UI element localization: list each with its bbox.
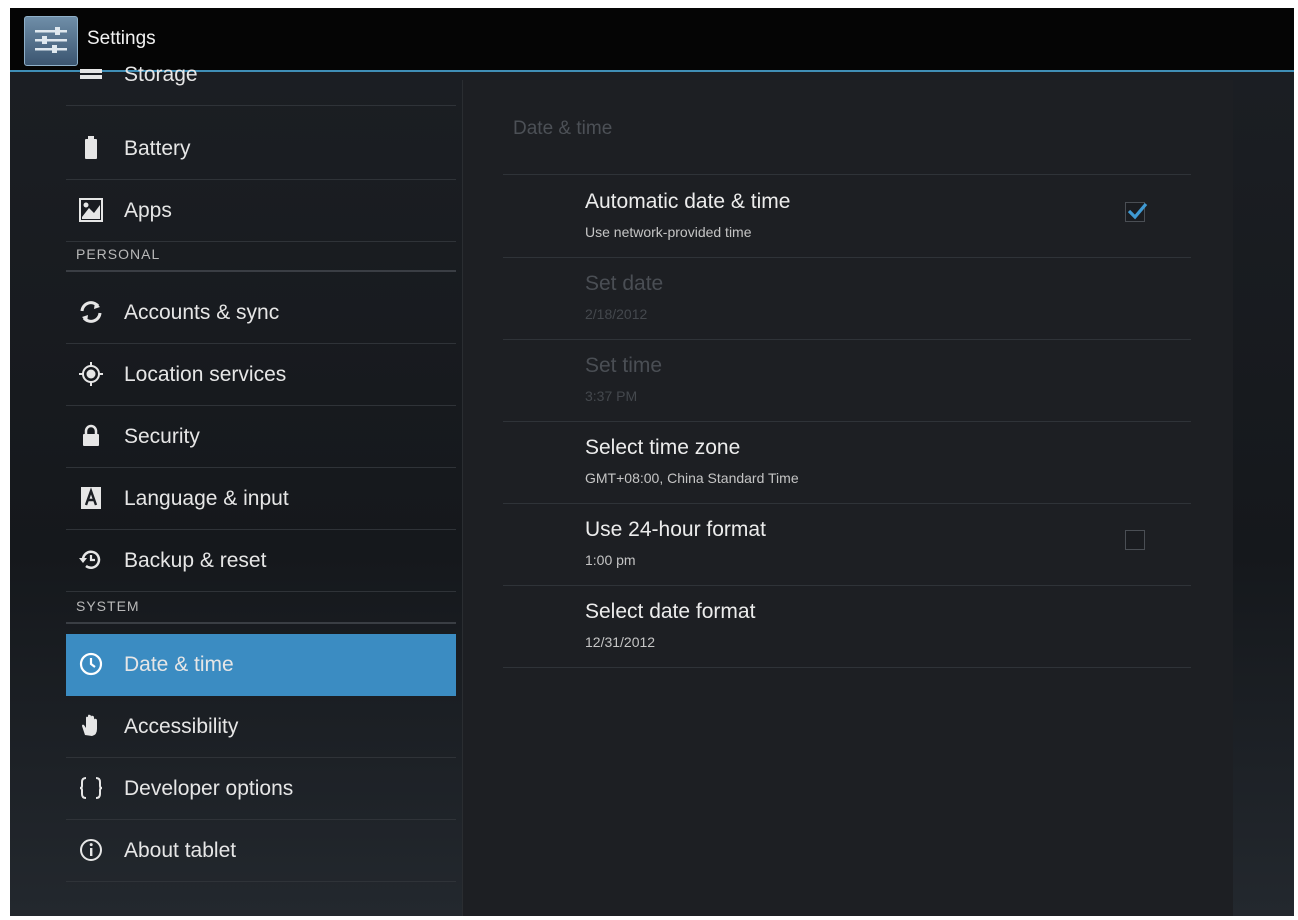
sidebar-item-label: Storage: [124, 63, 198, 86]
sidebar-item-accessibility[interactable]: Accessibility: [66, 696, 456, 758]
backup-icon: [78, 547, 104, 573]
tablet-screen: Settings Storage Battery Apps PERSONAL A…: [10, 8, 1294, 916]
detail-title: Date & time: [513, 118, 613, 139]
sidebar-item-label: Language & input: [124, 487, 289, 510]
section-header-system: SYSTEM: [76, 598, 140, 614]
pref-title: Use 24-hour format: [585, 518, 766, 541]
sidebar-item-label: About tablet: [124, 839, 237, 862]
pref-set-date: Set date 2/18/2012: [503, 258, 1191, 340]
sidebar-item-label: Battery: [124, 137, 191, 160]
sidebar-item-storage[interactable]: Storage: [66, 44, 456, 106]
pref-title: Set time: [585, 354, 663, 377]
sidebar-item-label: Backup & reset: [124, 549, 267, 572]
sidebar-item-label: Developer options: [124, 777, 294, 800]
clock-icon: [78, 651, 104, 677]
sidebar-item-backup-reset[interactable]: Backup & reset: [66, 530, 456, 592]
location-icon: [78, 361, 104, 387]
braces-icon: [78, 775, 104, 801]
section-divider: [66, 270, 456, 272]
hand-icon: [78, 713, 104, 739]
use-24-hour-format-checkbox[interactable]: [1125, 530, 1145, 550]
section-divider: [66, 622, 456, 624]
lock-icon: [78, 423, 104, 449]
sidebar-item-label: Accounts & sync: [124, 301, 280, 324]
pref-title: Automatic date & time: [585, 190, 791, 213]
sidebar-item-date-time[interactable]: Date & time: [66, 634, 456, 696]
pref-summary: 2/18/2012: [585, 306, 648, 322]
apps-icon: [78, 197, 104, 223]
checkmark-icon: [1127, 202, 1148, 220]
settings-sidebar: Storage Battery Apps PERSONAL Accounts &…: [66, 63, 456, 916]
pref-summary: 3:37 PM: [585, 388, 638, 404]
pref-select-date-format[interactable]: Select date format 12/31/2012: [503, 586, 1191, 668]
automatic-date-time-checkbox[interactable]: [1125, 202, 1148, 222]
pref-summary: 1:00 pm: [585, 552, 636, 568]
sidebar-item-label: Location services: [124, 363, 287, 386]
pref-use-24-hour-format[interactable]: Use 24-hour format 1:00 pm: [503, 504, 1191, 586]
pref-set-time: Set time 3:37 PM: [503, 340, 1191, 422]
pref-summary: 12/31/2012: [585, 634, 656, 650]
date-time-detail-pane: Date & time Automatic date & time Use ne…: [462, 80, 1233, 916]
battery-icon: [78, 135, 104, 161]
sidebar-item-security[interactable]: Security: [66, 406, 456, 468]
pref-title: Select time zone: [585, 436, 741, 459]
sidebar-item-battery[interactable]: Battery: [66, 118, 456, 180]
sidebar-item-developer-options[interactable]: Developer options: [66, 758, 456, 820]
pref-automatic-date-time[interactable]: Automatic date & time Use network-provid…: [503, 176, 1191, 258]
sidebar-item-label: Date & time: [124, 653, 234, 676]
pref-select-time-zone[interactable]: Select time zone GMT+08:00, China Standa…: [503, 422, 1191, 504]
sidebar-item-apps[interactable]: Apps: [66, 180, 456, 242]
sidebar-item-about-tablet[interactable]: About tablet: [66, 820, 456, 882]
detail-divider: [503, 174, 1191, 175]
sidebar-item-accounts-sync[interactable]: Accounts & sync: [66, 282, 456, 344]
sidebar-item-language-input[interactable]: Language & input: [66, 468, 456, 530]
sidebar-item-label: Accessibility: [124, 715, 239, 738]
pref-summary: Use network-provided time: [585, 224, 752, 240]
sync-icon: [78, 299, 104, 325]
pref-title: Select date format: [585, 600, 756, 623]
pref-summary: GMT+08:00, China Standard Time: [585, 470, 799, 486]
section-header-personal: PERSONAL: [76, 246, 161, 262]
sidebar-item-location-services[interactable]: Location services: [66, 344, 456, 406]
language-icon: [78, 485, 104, 511]
info-icon: [78, 837, 104, 863]
sidebar-item-label: Apps: [124, 199, 172, 222]
storage-icon: [78, 61, 104, 87]
sidebar-item-label: Security: [124, 425, 200, 448]
pref-title: Set date: [585, 272, 664, 295]
